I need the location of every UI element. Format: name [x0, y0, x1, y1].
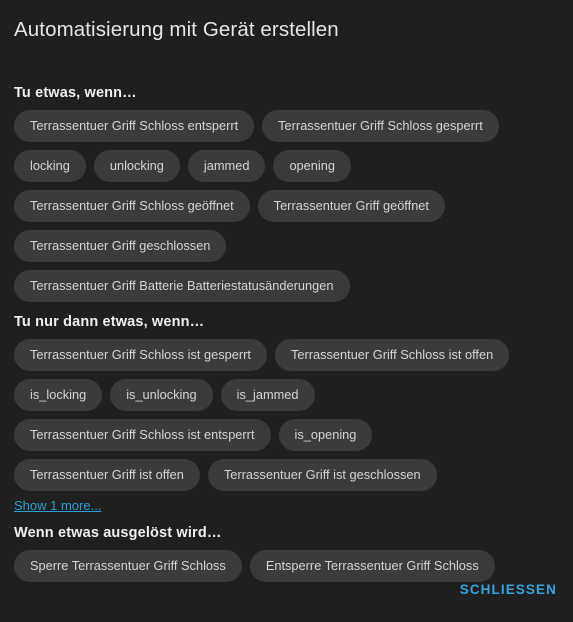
chip-condition-lock-is-open[interactable]: Terrassentuer Griff Schloss ist offen [274, 339, 510, 371]
section-action-header: Wenn etwas ausgelöst wird… [14, 525, 222, 541]
chip-condition-is-opening[interactable]: is_opening [278, 419, 373, 451]
section-condition-chip-group: Terrassentuer Griff Schloss ist gesperrt… [0, 339, 573, 491]
section-condition-header: Tu nur dann etwas, wenn… [14, 314, 205, 330]
show-more-link[interactable]: Show 1 more... [14, 497, 101, 514]
chip-trigger-lock-opened[interactable]: Terrassentuer Griff Schloss geöffnet [14, 190, 250, 222]
chip-condition-is-jammed[interactable]: is_jammed [220, 379, 315, 411]
section-trigger-chip-group: Terrassentuer Griff Schloss entsperrt Te… [0, 110, 573, 302]
chip-condition-handle-is-open[interactable]: Terrassentuer Griff ist offen [14, 459, 200, 491]
dialog-title: Automatisierung mit Gerät erstellen [14, 18, 339, 41]
close-button[interactable]: SCHLIESSEN [460, 582, 557, 597]
chip-trigger-handle-opened[interactable]: Terrassentuer Griff geöffnet [257, 190, 445, 222]
chip-condition-is-locking[interactable]: is_locking [14, 379, 103, 411]
chip-trigger-battery-status-changes[interactable]: Terrassentuer Griff Batterie Batteriesta… [14, 270, 350, 302]
dialog-footer: SCHLIESSEN [0, 566, 573, 622]
dialog-content: Tu etwas, wenn… Terrassentuer Griff Schl… [0, 84, 573, 582]
section-condition: Tu nur dann etwas, wenn… Terrassentuer G… [0, 313, 573, 515]
chip-condition-handle-is-closed[interactable]: Terrassentuer Griff ist geschlossen [207, 459, 437, 491]
chip-trigger-locking[interactable]: locking [14, 150, 86, 182]
chip-condition-lock-is-locked[interactable]: Terrassentuer Griff Schloss ist gesperrt [14, 339, 267, 371]
chip-trigger-unlocking[interactable]: unlocking [93, 150, 180, 182]
chip-trigger-jammed[interactable]: jammed [187, 150, 266, 182]
chip-trigger-lock-locked[interactable]: Terrassentuer Griff Schloss gesperrt [262, 110, 499, 142]
chip-condition-lock-is-unlocked[interactable]: Terrassentuer Griff Schloss ist entsperr… [14, 419, 271, 451]
chip-trigger-opening[interactable]: opening [273, 150, 351, 182]
create-automation-dialog: Automatisierung mit Gerät erstellen Tu e… [0, 0, 573, 622]
section-trigger: Tu etwas, wenn… Terrassentuer Griff Schl… [0, 84, 573, 302]
chip-trigger-handle-closed[interactable]: Terrassentuer Griff geschlossen [14, 230, 227, 262]
chip-condition-is-unlocking[interactable]: is_unlocking [110, 379, 213, 411]
section-trigger-header: Tu etwas, wenn… [14, 85, 137, 101]
chip-trigger-lock-unlocked[interactable]: Terrassentuer Griff Schloss entsperrt [14, 110, 255, 142]
